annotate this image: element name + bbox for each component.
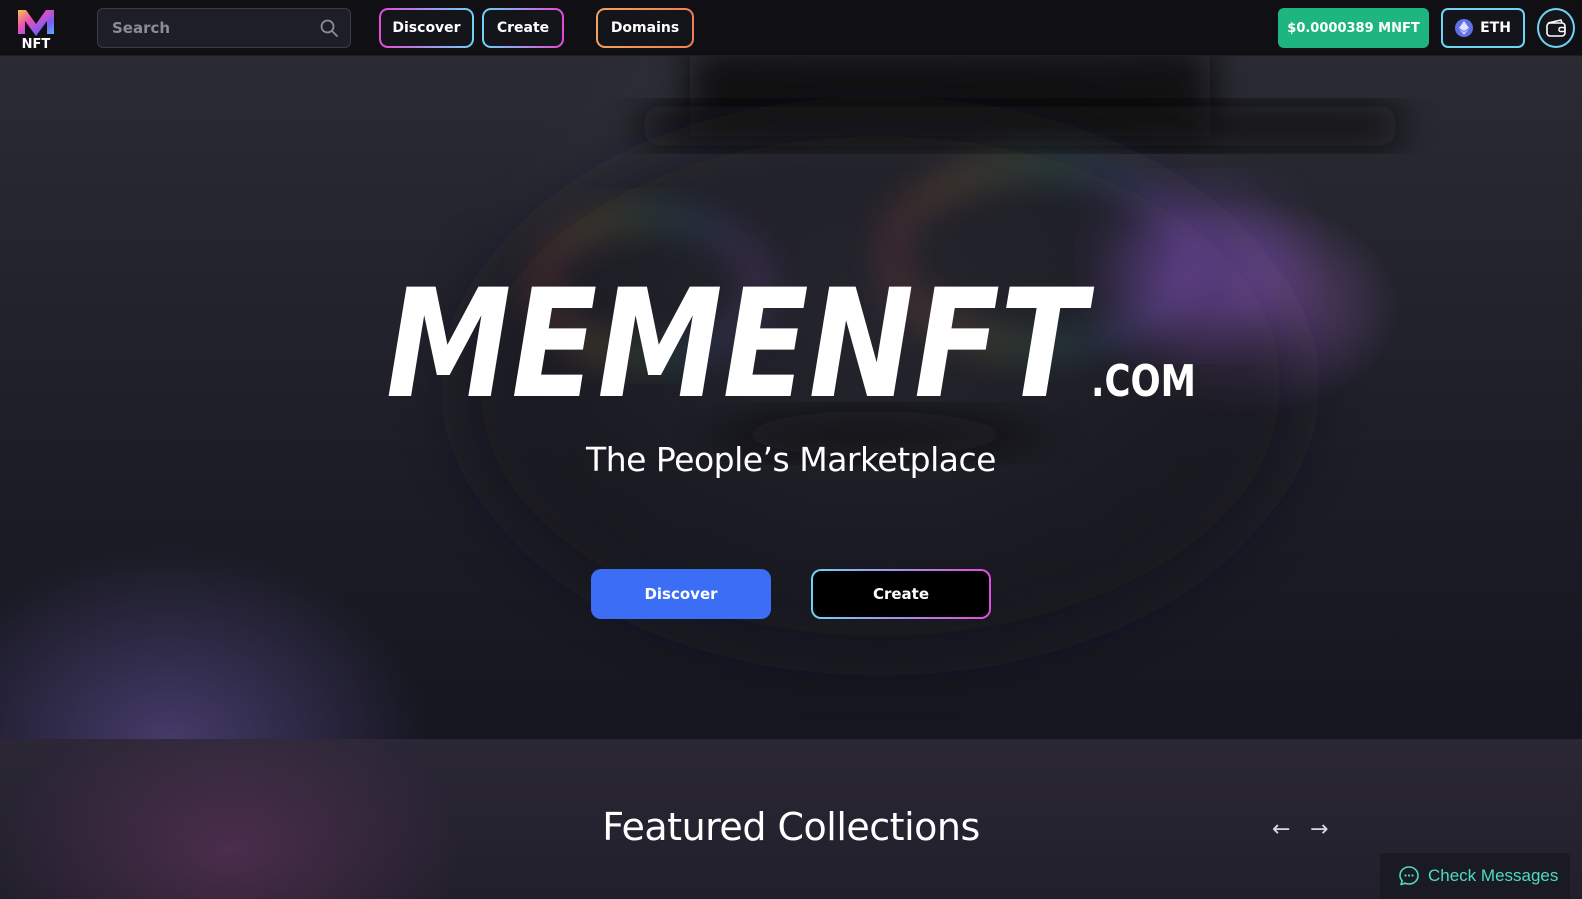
ethereum-icon [1455, 19, 1474, 37]
nav-create-label: Create [484, 10, 562, 46]
logo-text: NFT [22, 37, 51, 50]
token-price-button[interactable]: $0.0000389 MNFT [1278, 8, 1429, 48]
hero-banner: MEMENFT .COM The People’s Marketplace Di… [0, 56, 1582, 739]
search-input[interactable] [112, 9, 312, 47]
network-label: ETH [1480, 20, 1511, 36]
hero-discover-label: Discover [644, 585, 718, 603]
hero-create-button[interactable]: Create [811, 569, 991, 619]
wordmark-suffix: .COM [1091, 356, 1196, 407]
search-icon[interactable] [320, 19, 338, 37]
wordmark-main: MEMENFT [386, 258, 1095, 414]
featured-collections-section: Featured Collections ← → [0, 739, 1582, 899]
hero-discover-button[interactable]: Discover [591, 569, 771, 619]
wallet-button[interactable] [1537, 8, 1575, 48]
check-messages-label: Check Messages [1428, 866, 1559, 885]
token-price-label: $0.0000389 MNFT [1287, 20, 1420, 36]
nav-discover-label: Discover [381, 10, 472, 46]
nav-discover-button[interactable]: Discover [379, 8, 474, 48]
wallet-icon [1546, 19, 1566, 37]
featured-collections-title: Featured Collections [602, 805, 980, 849]
memenft-logo[interactable]: NFT [14, 6, 58, 50]
check-messages-button[interactable]: Check Messages [1380, 853, 1570, 899]
network-selector-button[interactable]: ETH [1441, 8, 1525, 48]
chat-bubble-icon [1399, 866, 1419, 886]
nav-domains-button[interactable]: Domains [596, 8, 694, 48]
nav-domains-label: Domains [598, 10, 692, 46]
memenft-wordmark: MEMENFT .COM [386, 258, 1196, 414]
carousel-prev-arrow-icon[interactable]: ← [1272, 817, 1290, 842]
carousel-next-arrow-icon[interactable]: → [1310, 817, 1328, 842]
search-bar[interactable] [97, 8, 351, 48]
hero-tagline: The People’s Marketplace [586, 440, 996, 479]
nav-create-button[interactable]: Create [482, 8, 564, 48]
top-nav-bar: NFT Discover Create Domains $0.0000389 M… [0, 0, 1582, 56]
hero-create-label: Create [813, 571, 989, 617]
